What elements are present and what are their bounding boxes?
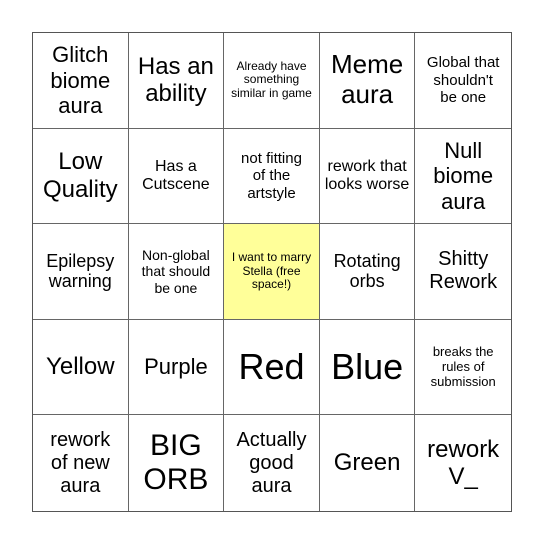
bingo-cell[interactable]: Null biome aura [415,129,511,225]
cell-text: rework V_ [427,435,500,491]
bingo-cell[interactable]: Glitch biome aura [33,33,129,129]
cell-text: Has a Cutscene [142,157,210,193]
cell-text: Low Quality [42,148,118,203]
cell-text: I want to marry Stella (free space!) [231,249,312,292]
bingo-cell[interactable]: Epilepsy warning [33,224,129,320]
cell-text: Non-global that should be one [141,247,211,296]
cell-text: rework of new aura [50,428,111,497]
bingo-cell[interactable]: BIG ORB [129,415,225,511]
bingo-cell[interactable]: Global that shouldn't be one [415,33,511,129]
cell-text: Null biome aura [433,137,494,214]
cell-text: Epilepsy warning [46,250,115,292]
free-space-cell[interactable]: I want to marry Stella (free space!) [224,224,320,320]
bingo-cell[interactable]: Already have something similar in game [224,33,320,129]
bingo-cell[interactable]: Shitty Rework [415,224,511,320]
cell-text: Actually good aura [236,428,307,497]
bingo-cell[interactable]: Rotating orbs [319,224,416,320]
bingo-cell[interactable]: rework V_ [415,415,511,511]
cell-text: Green [333,449,401,477]
bingo-cell[interactable]: Actually good aura [224,415,320,511]
bingo-cell[interactable]: Purple [128,319,225,416]
cell-text: breaks the rules of submission [430,343,496,389]
bingo-cell[interactable]: Red [224,319,320,416]
cell-text: Glitch biome aura [50,42,111,118]
bingo-cell[interactable]: Blue [319,319,416,416]
cell-text: not fitting of the artstyle [241,150,302,202]
bingo-cell[interactable]: not fitting of the artstyle [224,128,320,225]
bingo-cell[interactable]: Green [320,415,416,511]
bingo-cell[interactable]: Meme aura [319,33,416,129]
cell-text: Meme aura [330,49,404,110]
cell-text: Shitty Rework [429,248,498,294]
bingo-board: Glitch biome aura Has an ability Already… [32,32,512,512]
cell-text: Already have something similar in game [231,58,312,101]
cell-text: Has an ability [137,52,214,108]
bingo-cell[interactable]: Non-global that should be one [128,224,225,320]
bingo-cell[interactable]: Low Quality [33,128,129,225]
bingo-cell[interactable]: rework of new aura [33,415,129,511]
cell-text: Purple [144,354,208,380]
cell-text: Global that shouldn't be one [426,54,500,106]
bingo-cell[interactable]: Has a Cutscene [128,128,225,225]
cell-text: Yellow [46,353,115,381]
bingo-cell[interactable]: Has an ability [128,33,225,129]
bingo-cell[interactable]: rework that looks worse [319,128,416,225]
bingo-cell[interactable]: Yellow [33,319,129,416]
cell-text: rework that looks worse [324,157,410,193]
cell-text: Blue [331,346,404,388]
cell-text: Red [238,346,305,388]
bingo-cell[interactable]: breaks the rules of submission [415,320,511,416]
cell-text: Rotating orbs [333,250,401,292]
cell-text: BIG ORB [143,428,209,497]
